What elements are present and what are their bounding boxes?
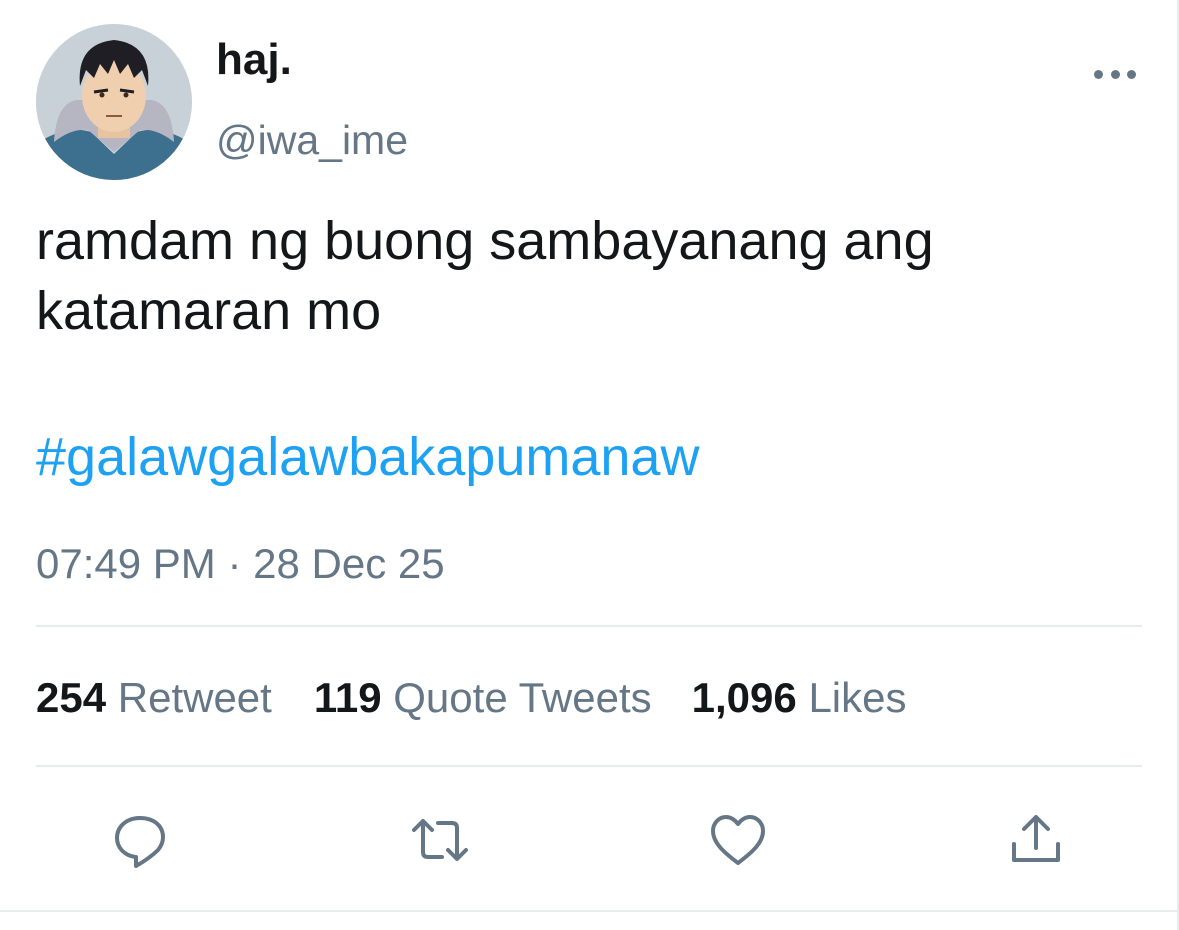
more-horizontal-icon[interactable] — [1094, 64, 1136, 84]
tweet-text-line: ramdam ng buong sambayanang ang — [36, 211, 934, 271]
retweet-icon — [412, 819, 468, 861]
retweet-button[interactable] — [410, 810, 470, 870]
like-count: 1,096 — [691, 674, 797, 721]
avatar-image — [36, 24, 192, 180]
retweet-count-link[interactable]: 254 Retweet — [36, 672, 272, 724]
quote-label: Quote Tweets — [393, 674, 652, 721]
share-icon — [1012, 815, 1060, 862]
user-handle[interactable]: @iwa_ime — [216, 120, 408, 161]
tweet-text-line: katamaran mo — [36, 281, 382, 341]
retweet-label: Retweet — [117, 674, 272, 721]
timestamp[interactable]: 07:49 PM · 28 Dec 25 — [36, 540, 445, 588]
tweet-text: ramdam ng buong sambayanang ang katamara… — [36, 206, 1136, 346]
comment-icon — [115, 816, 165, 868]
bottom-border — [0, 910, 1179, 912]
tweet-date: 28 Dec 25 — [253, 540, 445, 587]
tweet-time: 07:49 PM — [36, 540, 216, 587]
hashtag-link[interactable]: #galawgalawbakapumanaw — [36, 422, 699, 492]
like-label: Likes — [808, 674, 907, 721]
reply-button[interactable] — [110, 810, 170, 870]
display-name[interactable]: haj. — [216, 38, 292, 82]
avatar[interactable] — [36, 24, 192, 180]
like-count-link[interactable]: 1,096 Likes — [692, 672, 907, 724]
retweet-count: 254 — [36, 674, 107, 721]
divider — [36, 625, 1142, 627]
share-button[interactable] — [1006, 810, 1066, 870]
timestamp-separator: · — [227, 540, 242, 587]
divider — [36, 765, 1142, 767]
heart-icon — [711, 815, 765, 865]
quote-count-link[interactable]: 119 Quote Tweets — [314, 672, 652, 724]
tweet-stats: 254 Retweet 119 Quote Tweets 1,096 Likes — [36, 672, 907, 724]
quote-count: 119 — [313, 674, 382, 721]
tweet-card: haj. @iwa_ime ramdam ng buong sambayanan… — [0, 0, 1179, 930]
like-button[interactable] — [708, 810, 768, 870]
